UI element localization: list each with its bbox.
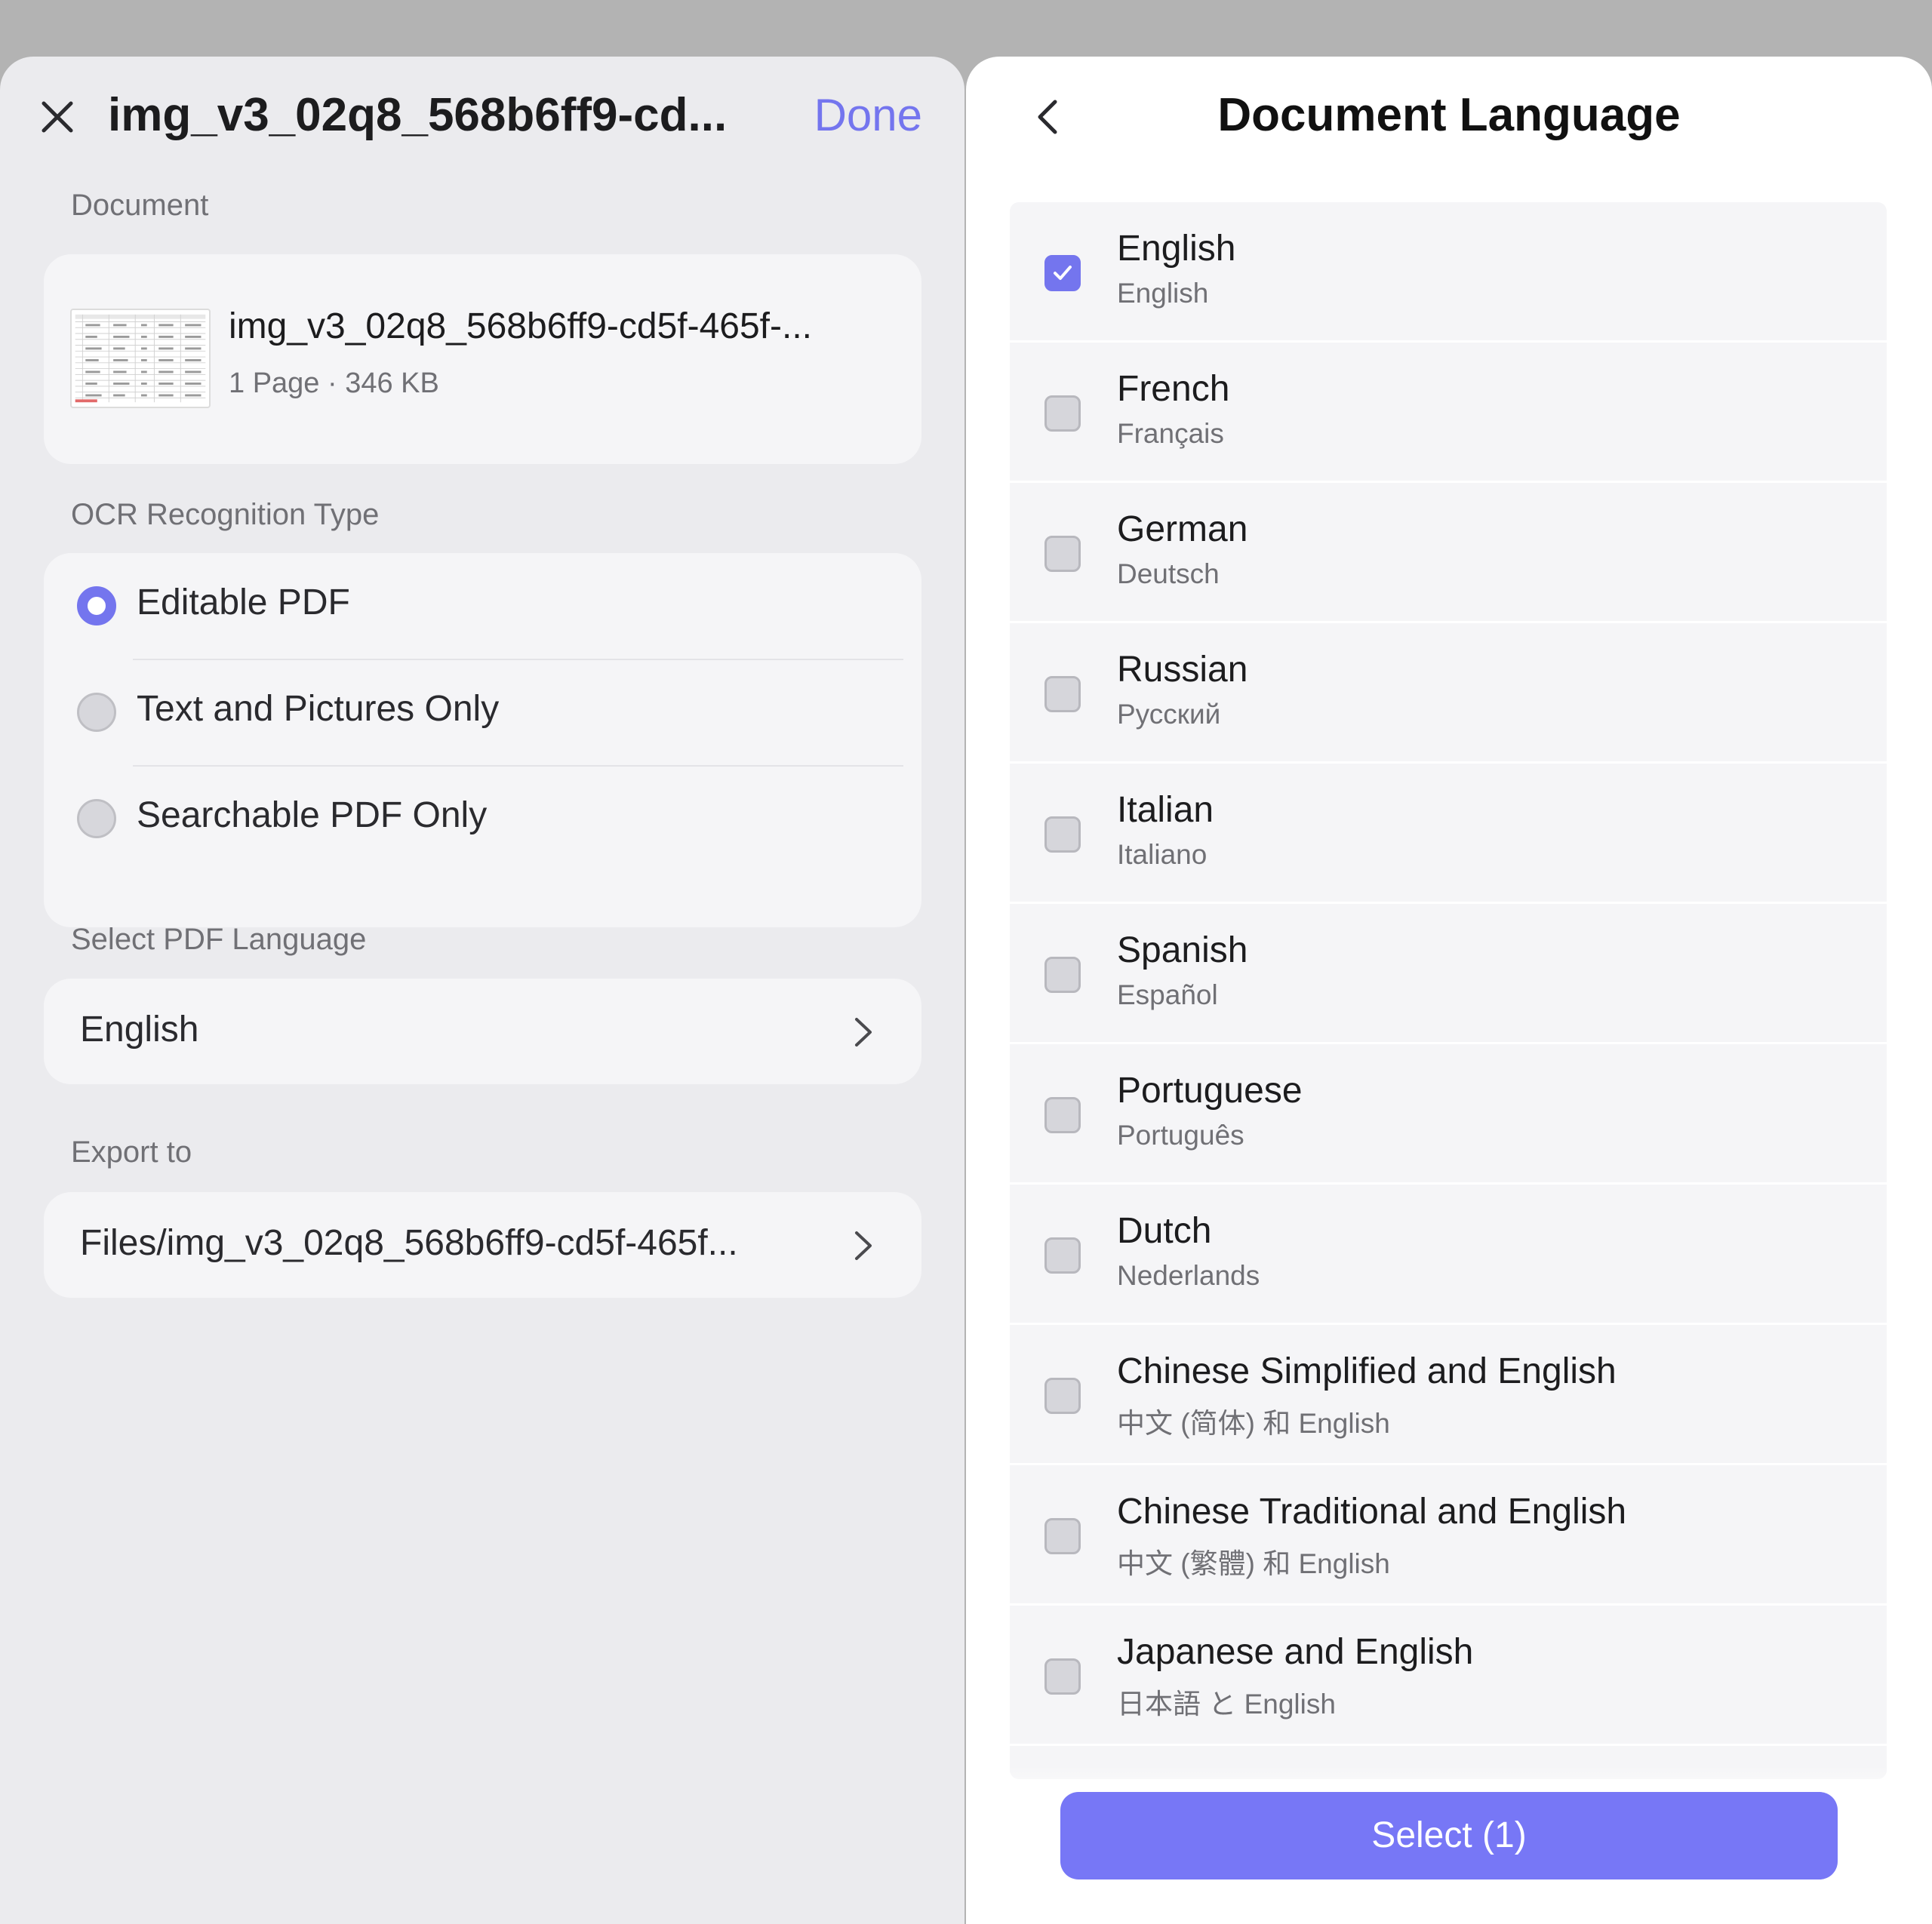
language-item-portuguese[interactable]: Portuguese Português bbox=[1010, 1044, 1887, 1185]
language-native-name: Русский bbox=[1117, 699, 1221, 730]
pdf-language-row[interactable]: English bbox=[44, 979, 921, 1084]
ocr-option-label: Editable PDF bbox=[137, 582, 350, 622]
language-name: English bbox=[1117, 229, 1236, 269]
document-title: img_v3_02q8_568b6ff9-cd... bbox=[108, 89, 728, 141]
checkbox[interactable] bbox=[1044, 676, 1081, 712]
language-native-name: Italiano bbox=[1117, 839, 1208, 870]
checkbox[interactable] bbox=[1044, 1237, 1081, 1274]
ocr-settings-panel: img_v3_02q8_568b6ff9-cd... Done Document bbox=[0, 57, 964, 1924]
language-name: Italian bbox=[1117, 790, 1214, 830]
language-native-name: Français bbox=[1117, 418, 1224, 449]
radio-unselected-icon bbox=[77, 693, 116, 732]
language-list: English English French Français German D… bbox=[1010, 202, 1887, 1779]
radio-selected-icon bbox=[77, 586, 116, 625]
language-item-japanese[interactable]: Japanese and English 日本語 と English bbox=[1010, 1606, 1887, 1746]
language-item-italian[interactable]: Italian Italiano bbox=[1010, 764, 1887, 904]
ocr-option-label: Text and Pictures Only bbox=[137, 689, 500, 729]
checkbox[interactable] bbox=[1044, 536, 1081, 572]
checkmark-icon bbox=[1054, 266, 1072, 280]
checkbox[interactable] bbox=[1044, 1097, 1081, 1133]
document-section-label: Document bbox=[71, 189, 209, 222]
spreadsheet-thumbnail-icon bbox=[72, 310, 209, 407]
language-name: Portuguese bbox=[1117, 1071, 1303, 1111]
language-item-russian[interactable]: Russian Русский bbox=[1010, 623, 1887, 764]
language-name: French bbox=[1117, 369, 1230, 409]
ocr-type-group: Editable PDF Text and Pictures Only Sear… bbox=[44, 553, 921, 927]
chevron-right-icon bbox=[848, 1015, 878, 1050]
export-path: Files/img_v3_02q8_568b6ff9-cd5f-465f... bbox=[80, 1223, 738, 1263]
ocr-option-label: Searchable PDF Only bbox=[137, 795, 488, 835]
language-native-name: 日本語 と English bbox=[1117, 1689, 1336, 1720]
export-section-label: Export to bbox=[71, 1136, 192, 1169]
radio-unselected-icon bbox=[77, 799, 116, 838]
language-item-dutch[interactable]: Dutch Nederlands bbox=[1010, 1185, 1887, 1325]
language-name: Russian bbox=[1117, 650, 1248, 690]
select-button[interactable]: Select (1) bbox=[1060, 1792, 1838, 1879]
language-native-name: 中文 (繁體) 和 English bbox=[1117, 1548, 1390, 1579]
close-button[interactable] bbox=[35, 94, 80, 140]
ocr-option-searchable-pdf[interactable]: Searchable PDF Only bbox=[44, 766, 921, 871]
language-native-name: Deutsch bbox=[1117, 558, 1220, 589]
chevron-right-icon bbox=[848, 1228, 878, 1263]
checkbox-checked[interactable] bbox=[1044, 255, 1081, 291]
language-native-name: 中文 (简体) 和 English bbox=[1117, 1408, 1390, 1439]
close-icon bbox=[42, 101, 73, 133]
checkbox[interactable] bbox=[1044, 1518, 1081, 1554]
ocr-option-text-and-pictures[interactable]: Text and Pictures Only bbox=[44, 659, 921, 765]
document-card[interactable]: img_v3_02q8_568b6ff9-cd5f-465f-... 1 Pag… bbox=[44, 254, 921, 464]
panel-title: Document Language bbox=[1217, 89, 1681, 141]
ocr-settings-header: img_v3_02q8_568b6ff9-cd... Done bbox=[0, 57, 964, 177]
document-meta: 1 Page · 346 KB bbox=[229, 367, 439, 399]
language-item-french[interactable]: French Français bbox=[1010, 343, 1887, 483]
done-button[interactable]: Done bbox=[814, 87, 922, 144]
export-to-row[interactable]: Files/img_v3_02q8_568b6ff9-cd5f-465f... bbox=[44, 1192, 921, 1298]
language-name: Chinese Traditional and English bbox=[1117, 1492, 1627, 1532]
language-native-name: Español bbox=[1117, 979, 1218, 1010]
language-native-name: Nederlands bbox=[1117, 1260, 1260, 1291]
checkbox[interactable] bbox=[1044, 1658, 1081, 1695]
language-native-name: English bbox=[1117, 278, 1209, 309]
language-item-chinese-simplified[interactable]: Chinese Simplified and English 中文 (简体) 和… bbox=[1010, 1325, 1887, 1465]
language-section-label: Select PDF Language bbox=[71, 923, 367, 956]
pdf-language-value: English bbox=[80, 1010, 199, 1050]
document-thumbnail bbox=[70, 309, 211, 408]
language-name: Spanish bbox=[1117, 930, 1248, 970]
ocr-section-label: OCR Recognition Type bbox=[71, 498, 380, 531]
language-name: German bbox=[1117, 509, 1248, 549]
checkbox[interactable] bbox=[1044, 1378, 1081, 1414]
ocr-option-editable-pdf[interactable]: Editable PDF bbox=[44, 553, 921, 659]
language-native-name: Português bbox=[1117, 1120, 1244, 1151]
language-name: Chinese Simplified and English bbox=[1117, 1351, 1617, 1391]
language-item-chinese-traditional[interactable]: Chinese Traditional and English 中文 (繁體) … bbox=[1010, 1465, 1887, 1606]
checkbox[interactable] bbox=[1044, 957, 1081, 993]
language-name: Dutch bbox=[1117, 1211, 1212, 1251]
language-item-spanish[interactable]: Spanish Español bbox=[1010, 904, 1887, 1044]
language-item-german[interactable]: German Deutsch bbox=[1010, 483, 1887, 623]
checkbox[interactable] bbox=[1044, 395, 1081, 432]
language-item-english[interactable]: English English bbox=[1010, 202, 1887, 343]
document-name: img_v3_02q8_568b6ff9-cd5f-465f-... bbox=[229, 306, 812, 346]
language-name: Japanese and English bbox=[1117, 1632, 1474, 1672]
checkbox[interactable] bbox=[1044, 816, 1081, 853]
document-language-panel: Document Language English English French… bbox=[966, 57, 1932, 1924]
